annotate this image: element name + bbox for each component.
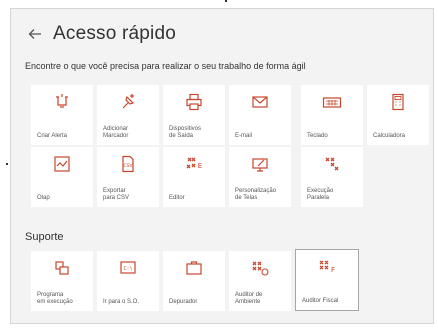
tile-label: Personalização de Telas [235, 188, 277, 201]
tile-ir-para-so[interactable]: C:\ Ir para o S.O. [97, 251, 159, 311]
svg-text:C:\: C:\ [123, 266, 132, 272]
svg-text:CSV: CSV [123, 163, 133, 169]
svg-text:F: F [331, 266, 335, 274]
page-subtitle: Encontre o que você precisa para realiza… [25, 61, 306, 71]
tile-label: Olap [37, 195, 50, 201]
program-icon [55, 261, 69, 275]
calculator-icon [392, 93, 404, 111]
pin-add-icon [122, 94, 135, 109]
alert-icon [56, 94, 68, 108]
customize-icon [252, 158, 268, 172]
arrow-left-icon [28, 29, 41, 39]
page-title: Acesso rápido [53, 23, 177, 44]
tile-olap[interactable]: Olap [31, 147, 93, 207]
tile-editor[interactable]: E Editor [163, 147, 225, 207]
tile-label: Dispositivos de Saída [169, 126, 202, 139]
printer-icon [186, 93, 202, 111]
parallel-icon [325, 157, 339, 171]
section-title-suporte: Suporte [25, 231, 64, 243]
tile-label: Teclado [307, 133, 328, 139]
csv-icon: CSV [122, 155, 134, 173]
tile-label: E-mail [235, 133, 253, 139]
tile-dispositivos-saida[interactable]: Dispositivos de Saída [163, 85, 225, 145]
tile-label: Execução Paralela [307, 188, 334, 201]
briefcase-icon [186, 261, 202, 275]
tile-auditor-fiscal[interactable]: F Auditor Fiscal [295, 249, 359, 311]
keyboard-icon [322, 97, 342, 108]
chart-icon [54, 156, 70, 172]
audit-fiscal-icon: F [319, 260, 335, 274]
tile-label: Auditor Fiscal [302, 298, 339, 304]
quick-access-panel: Acesso rápido Encontre o que você precis… [10, 8, 434, 324]
tile-label: Exportar para CSV [103, 188, 130, 201]
tile-label: Adicionar Marcador [103, 126, 129, 139]
tile-label: Criar Alerta [37, 133, 68, 139]
tile-criar-alerta[interactable]: Criar Alerta [31, 85, 93, 145]
tile-exportar-csv[interactable]: CSV Exportar para CSV [97, 147, 159, 207]
editor-icon: E [186, 157, 202, 170]
tile-label: Editor [169, 195, 185, 201]
terminal-icon: C:\ [120, 261, 136, 274]
tile-teclado[interactable]: Teclado [301, 85, 363, 145]
tile-execucao-paralela[interactable]: Execução Paralela [301, 147, 363, 207]
tile-depurador[interactable]: Depurador [163, 251, 225, 311]
tile-auditor-ambiente[interactable]: Auditor de Ambiente [229, 251, 291, 311]
header: Acesso rápido [25, 23, 176, 45]
back-button[interactable] [25, 24, 45, 44]
mail-icon [252, 96, 268, 108]
window-edge-mark-top [225, 0, 227, 2]
svg-text:E: E [198, 162, 202, 170]
tile-adicionar-marcador[interactable]: Adicionar Marcador [97, 85, 159, 145]
tile-label: Auditor de Ambiente [235, 292, 263, 305]
tile-calculadora[interactable]: Calculadora [367, 85, 429, 145]
tile-label: Ir para o S.O. [103, 299, 140, 305]
window-edge-mark-left [6, 163, 8, 165]
tile-label: Depurador [169, 299, 198, 305]
tile-email[interactable]: E-mail [229, 85, 291, 145]
tile-programa-execucao[interactable]: Programa em execução [31, 251, 93, 311]
audit-env-icon [252, 261, 269, 276]
tile-label: Calculadora [373, 133, 406, 139]
tile-personalizacao-telas[interactable]: Personalização de Telas [229, 147, 291, 207]
tile-label: Programa em execução [37, 292, 73, 305]
